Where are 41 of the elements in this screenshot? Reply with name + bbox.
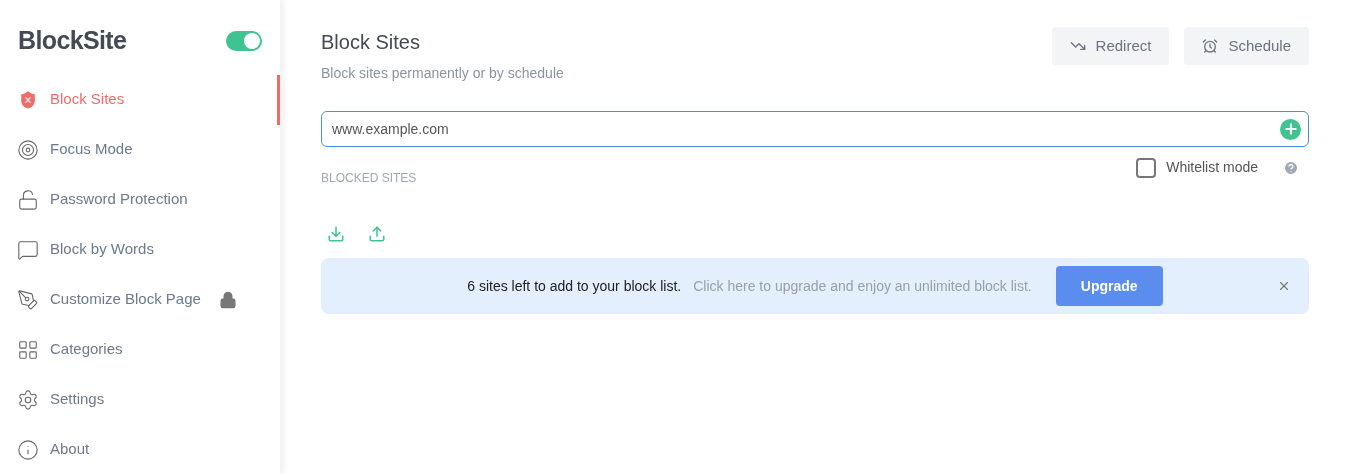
nav-item[interactable]: Categories xyxy=(0,324,280,375)
nav-label: Focus Mode xyxy=(50,139,133,160)
whitelist-label: Whitelist mode xyxy=(1166,158,1258,177)
grid-icon xyxy=(17,338,39,361)
nav-item[interactable]: About xyxy=(0,424,280,474)
plus-icon xyxy=(1282,121,1299,137)
nav-label: Customize Block Page xyxy=(50,289,201,310)
nav-item[interactable]: Settings xyxy=(0,374,280,425)
nav-label: Categories xyxy=(50,339,123,360)
banner-message: 6 sites left to add to your block list. xyxy=(467,276,682,296)
target-icon xyxy=(17,138,39,161)
alarm-clock-icon xyxy=(1202,38,1219,54)
nav-item[interactable]: Password Protection xyxy=(0,174,280,225)
site-input[interactable]: www.example.com xyxy=(321,111,1309,147)
add-button[interactable] xyxy=(1280,118,1301,140)
help-icon[interactable] xyxy=(1283,159,1299,176)
section-label: BLOCKED SITES xyxy=(321,170,417,187)
toggle-switch[interactable] xyxy=(226,30,262,51)
nav-item[interactable]: Block Sites xyxy=(0,74,280,125)
nav-label: Block Sites xyxy=(50,89,125,110)
logo: BlockSite xyxy=(18,25,127,56)
upgrade-button[interactable]: Upgrade xyxy=(1055,266,1163,306)
info-icon xyxy=(17,438,39,461)
unlock-icon xyxy=(17,188,39,211)
nav-item[interactable]: Customize Block Page xyxy=(0,274,280,325)
nav-label: About xyxy=(50,439,90,460)
settings-icon xyxy=(17,388,39,411)
nav-item[interactable]: Block by Words xyxy=(0,224,280,275)
shield-icon xyxy=(17,88,39,111)
schedule-button[interactable]: Schedule xyxy=(1184,27,1309,65)
nav-label: Password Protection xyxy=(50,189,188,210)
banner-hint[interactable]: Click here to upgrade and enjoy an unlimited block list. xyxy=(693,275,1032,297)
page-subtitle: Block sites permanently or by schedule xyxy=(321,64,564,83)
page-title: Block Sites xyxy=(321,30,421,55)
nav-label: Settings xyxy=(50,389,105,410)
nav-item[interactable]: Focus Mode xyxy=(0,124,280,175)
nav-label: Block by Words xyxy=(50,239,154,260)
redirect-button[interactable]: Redirect xyxy=(1051,27,1170,65)
close-icon[interactable] xyxy=(1277,279,1291,293)
speech-bubble-icon xyxy=(17,238,39,261)
whitelist-checkbox[interactable] xyxy=(1136,157,1157,178)
